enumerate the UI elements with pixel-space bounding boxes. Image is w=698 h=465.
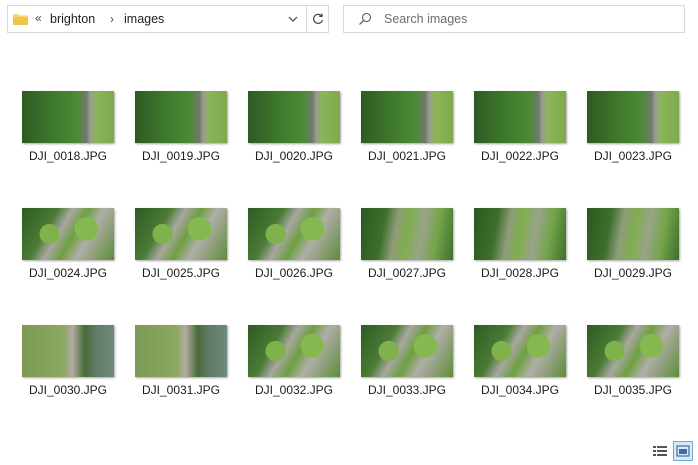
image-thumbnail[interactable]	[22, 91, 114, 143]
image-thumbnail[interactable]	[248, 325, 340, 377]
image-thumbnail[interactable]	[361, 91, 453, 143]
search-input[interactable]: Search images	[384, 12, 467, 26]
file-name[interactable]: DJI_0035.JPG	[565, 383, 698, 397]
image-thumbnail[interactable]	[587, 91, 679, 143]
large-icons-view-button[interactable]	[673, 441, 693, 461]
image-thumbnail[interactable]	[22, 208, 114, 260]
image-thumbnail[interactable]	[135, 91, 227, 143]
image-thumbnail[interactable]	[248, 91, 340, 143]
overflow-chevron-icon[interactable]: «	[35, 11, 42, 25]
image-thumbnail[interactable]	[474, 91, 566, 143]
refresh-icon	[313, 13, 324, 24]
address-dropdown-button[interactable]	[280, 6, 306, 32]
breadcrumb-brighton[interactable]: brighton	[50, 12, 95, 26]
image-thumbnail[interactable]	[22, 325, 114, 377]
large-icons-view-icon	[676, 445, 690, 457]
file-name[interactable]: DJI_0023.JPG	[565, 149, 698, 163]
breadcrumb-separator-icon[interactable]: ›	[110, 12, 114, 26]
image-thumbnail[interactable]	[135, 325, 227, 377]
file-name[interactable]: DJI_0029.JPG	[565, 266, 698, 280]
image-thumbnail[interactable]	[587, 325, 679, 377]
search-icon	[359, 12, 372, 25]
refresh-button[interactable]	[307, 6, 329, 32]
details-view-button[interactable]	[650, 441, 670, 461]
image-thumbnail[interactable]	[248, 208, 340, 260]
image-thumbnail[interactable]	[474, 325, 566, 377]
breadcrumb-images[interactable]: images	[124, 12, 164, 26]
image-thumbnail[interactable]	[135, 208, 227, 260]
details-view-icon	[653, 446, 667, 456]
chevron-down-icon	[288, 16, 298, 22]
address-bar[interactable]: « brighton › images	[7, 5, 329, 33]
image-thumbnail[interactable]	[361, 208, 453, 260]
search-box[interactable]: Search images	[343, 5, 685, 33]
image-thumbnail[interactable]	[587, 208, 679, 260]
image-thumbnail[interactable]	[474, 208, 566, 260]
image-thumbnail[interactable]	[361, 325, 453, 377]
folder-icon	[13, 14, 28, 25]
